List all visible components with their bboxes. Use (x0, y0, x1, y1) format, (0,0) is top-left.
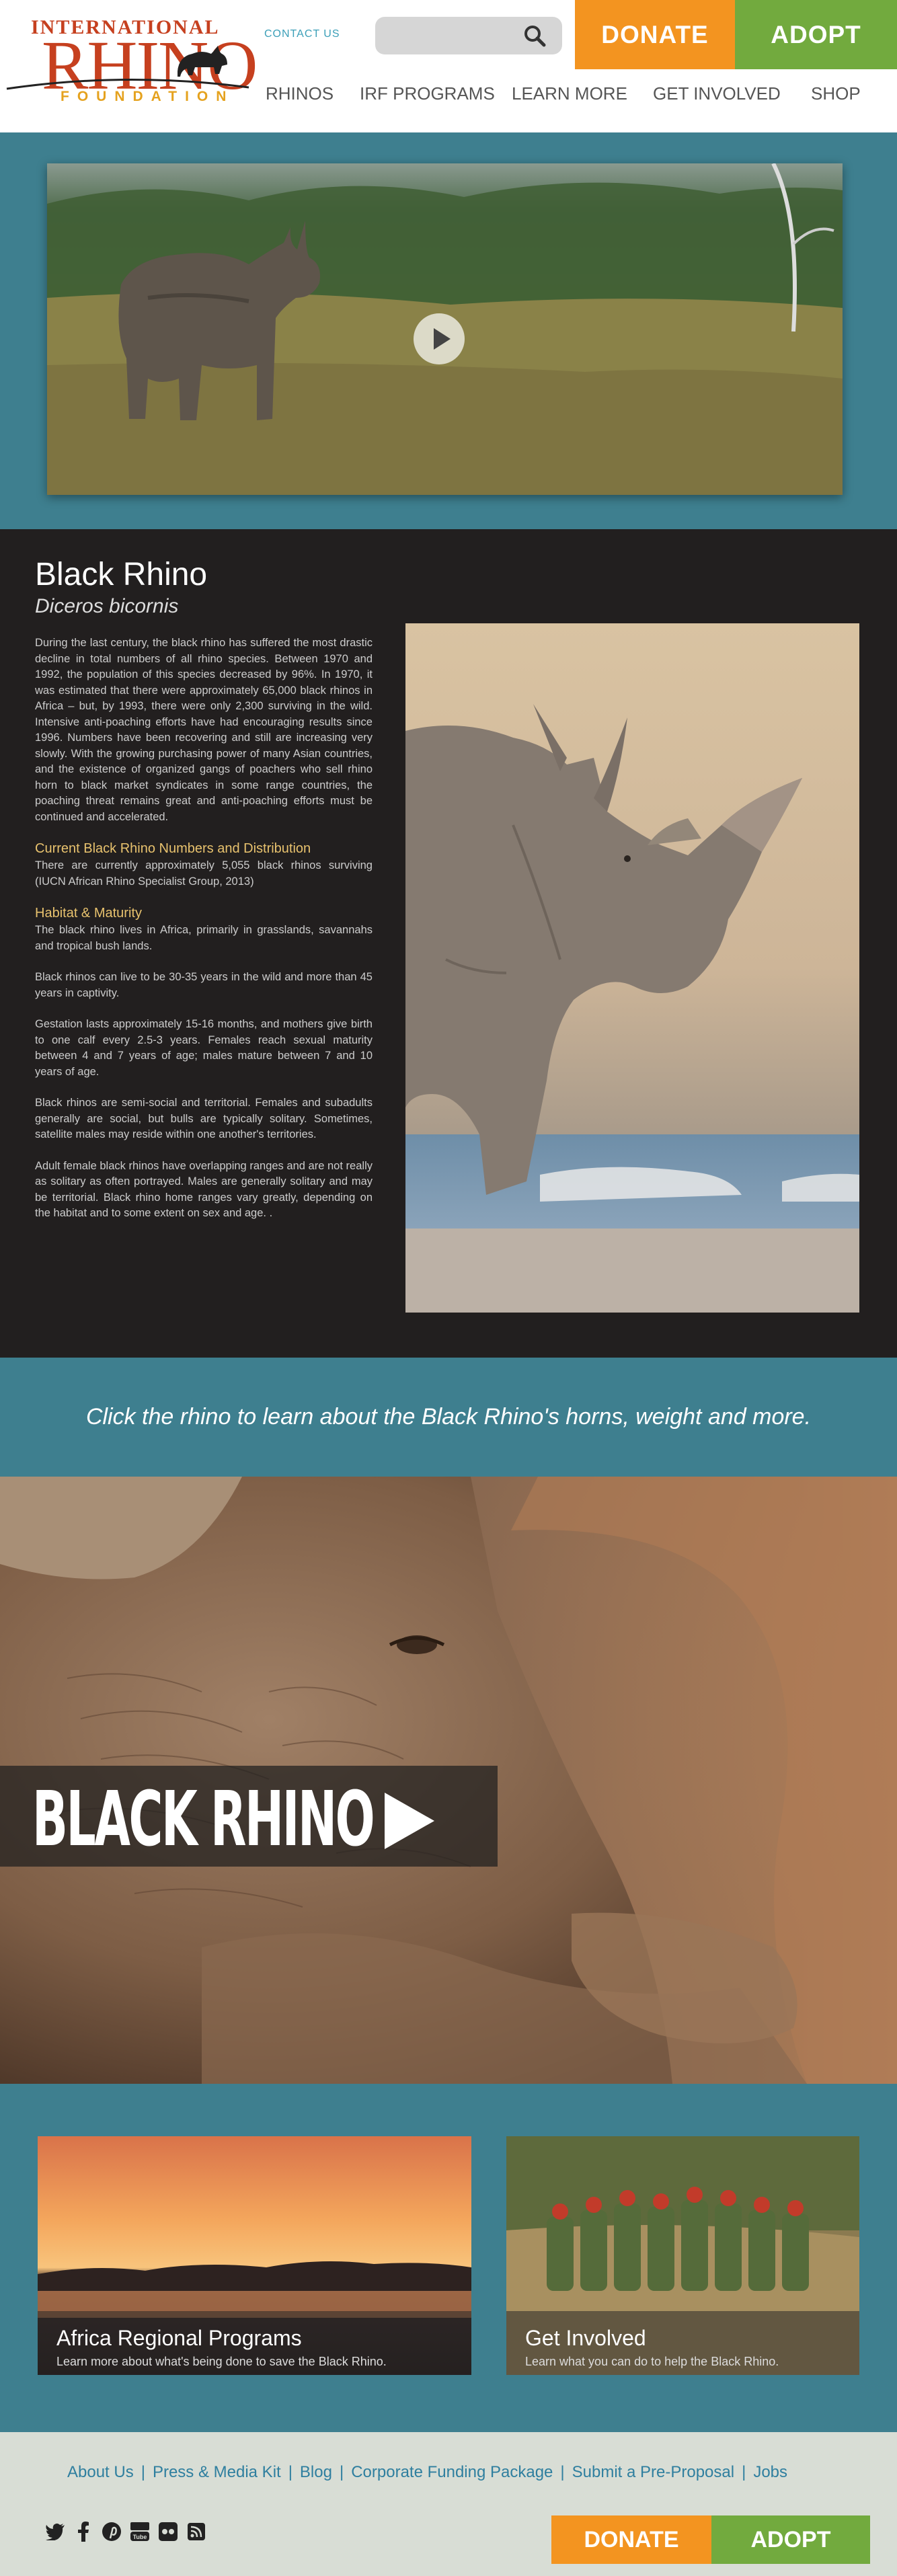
nav-item-get-involved[interactable]: GET INVOLVED (653, 83, 781, 104)
logo-text-foundation: FOUNDATION (61, 89, 235, 104)
play-icon[interactable] (382, 1790, 437, 1852)
svg-text:Tube: Tube (133, 2534, 147, 2540)
feature-cards-section: Africa Regional Programs Learn more abou… (0, 2084, 897, 2432)
range-paragraph: Adult female black rhinos have overlappi… (35, 1159, 373, 1220)
site-footer: About Us | Press & Media Kit | Blog | Corporat… (0, 2432, 897, 2576)
rss-icon[interactable] (186, 2521, 207, 2542)
intro-paragraph: During the last century, the black rhino… (35, 637, 373, 823)
footer-separator: | (339, 2463, 344, 2481)
card-subtitle: Learn what you can do to help the Black … (525, 2355, 779, 2368)
footer-separator: | (560, 2463, 565, 2481)
social-paragraph: Black rhinos are semi-social and territo… (35, 1097, 373, 1140)
rhino-silhouette-icon (178, 46, 227, 77)
numbers-heading: Current Black Rhino Numbers and Distribu… (35, 841, 311, 856)
video-play-button[interactable] (414, 313, 465, 364)
numbers-paragraph: There are currently approximately 5,055 … (35, 859, 373, 888)
search-icon[interactable] (522, 23, 549, 48)
species-scientific-name: Diceros bicornis (35, 595, 179, 617)
callout-banner: Click the rhino to learn about the Black… (0, 1358, 897, 1477)
species-title: Black Rhino (35, 557, 208, 592)
twitter-icon[interactable] (44, 2521, 66, 2542)
card-title: Africa Regional Programs (56, 2326, 302, 2350)
site-header: INTERNATIONAL RHINO FOUNDATION CONTACT U… (0, 0, 897, 132)
africa-programs-card[interactable]: Africa Regional Programs Learn more abou… (38, 2136, 471, 2375)
footer-link-jobs[interactable]: Jobs (753, 2463, 787, 2481)
footer-link-blog[interactable]: Blog (300, 2463, 332, 2481)
card-title: Get Involved (525, 2326, 646, 2350)
species-description: During the last century, the black rhino… (35, 635, 373, 1237)
social-icons: Tube (44, 2521, 207, 2542)
footer-links: About Us | Press & Media Kit | Blog | Corporat… (67, 2463, 787, 2482)
species-info-section: Black Rhino Diceros bicornis During the … (0, 529, 897, 1358)
card-caption: Africa Regional Programs Learn more abou… (38, 2311, 471, 2375)
flickr-icon[interactable] (157, 2521, 179, 2542)
nav-item-learn-more[interactable]: LEARN MORE (512, 83, 627, 104)
footer-link-about-us[interactable]: About Us (67, 2463, 134, 2481)
main-nav: RHINOS IRF PROGRAMS LEARN MORE GET INVOL… (266, 83, 897, 110)
black-rhino-hero[interactable]: BLACK RHINO (0, 1477, 897, 2084)
youtube-icon[interactable]: Tube (129, 2521, 151, 2542)
habitat-heading: Habitat & Maturity (35, 906, 142, 921)
nav-item-shop[interactable]: SHOP (811, 83, 861, 104)
lifespan-paragraph: Black rhinos can live to be 30-35 years … (35, 971, 373, 999)
card-caption: Get Involved Learn what you can do to he… (506, 2311, 859, 2375)
footer-link-corporate-funding[interactable]: Corporate Funding Package (351, 2463, 553, 2481)
habitat-paragraph: The black rhino lives in Africa, primari… (35, 924, 373, 952)
pinterest-icon[interactable] (101, 2521, 122, 2542)
hero-title: BLACK RHINO (32, 1776, 375, 1863)
card-subtitle: Learn more about what's being done to sa… (56, 2355, 387, 2368)
facebook-icon[interactable] (73, 2521, 94, 2542)
video-section (0, 132, 897, 529)
footer-separator: | (288, 2463, 292, 2481)
footer-separator: | (742, 2463, 746, 2481)
black-rhino-photo (405, 623, 859, 1313)
gestation-paragraph: Gestation lasts approximately 15-16 mont… (35, 1018, 373, 1078)
adopt-button[interactable]: ADOPT (735, 0, 897, 69)
footer-adopt-button[interactable]: ADOPT (711, 2515, 870, 2564)
contact-us-link[interactable]: CONTACT US (264, 28, 340, 40)
irf-logo[interactable]: INTERNATIONAL RHINO FOUNDATION (5, 12, 258, 113)
get-involved-card[interactable]: Get Involved Learn what you can do to he… (506, 2136, 859, 2375)
footer-link-press-media-kit[interactable]: Press & Media Kit (153, 2463, 281, 2481)
donate-button[interactable]: DONATE (575, 0, 735, 69)
footer-link-pre-proposal[interactable]: Submit a Pre-Proposal (572, 2463, 734, 2481)
footer-donate-button[interactable]: DONATE (551, 2515, 711, 2564)
callout-text: Click the rhino to learn about the Black… (85, 1404, 812, 1430)
play-icon (434, 328, 451, 350)
nav-item-rhinos[interactable]: RHINOS (266, 83, 334, 104)
footer-separator: | (141, 2463, 145, 2481)
rhino-video[interactable] (47, 163, 843, 495)
nav-item-irf-programs[interactable]: IRF PROGRAMS (360, 83, 495, 104)
